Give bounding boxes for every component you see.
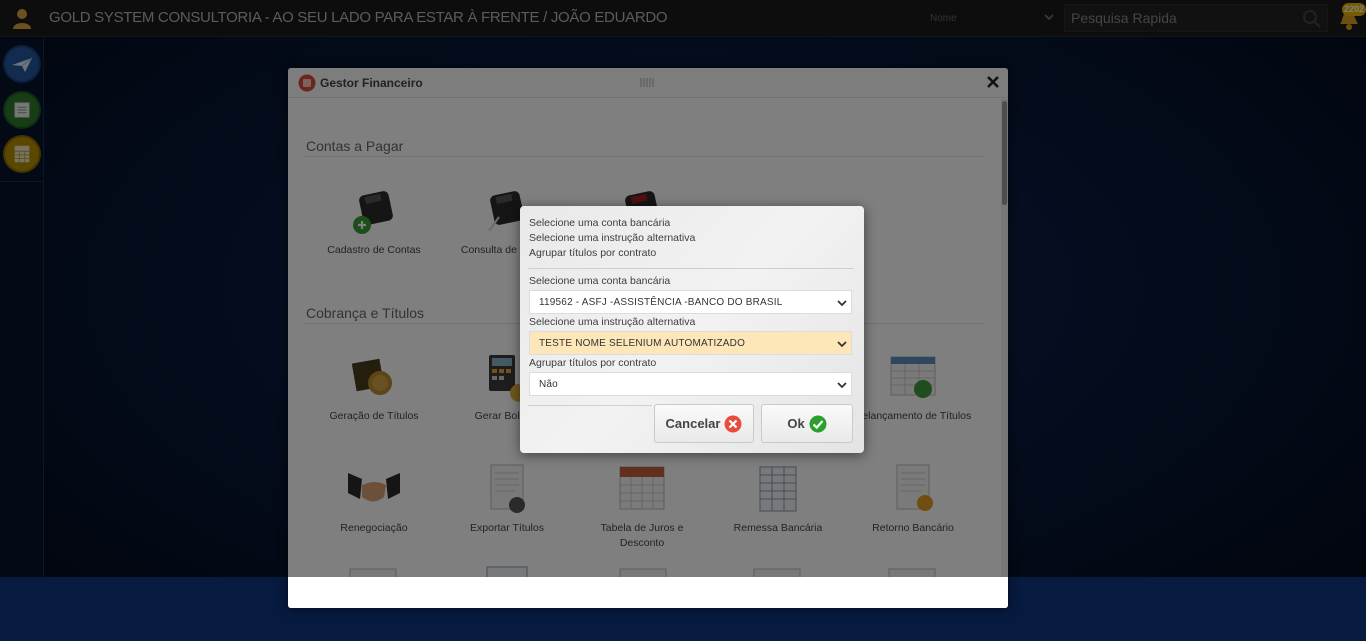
dialog-summary: Selecione uma conta bancária Selecione u… <box>529 216 695 261</box>
ok-button[interactable]: Ok <box>761 404 853 443</box>
dialog-divider <box>528 405 652 406</box>
summary-line: Selecione uma conta bancária <box>529 217 671 229</box>
window-footer <box>288 577 1008 608</box>
account-select[interactable]: 119562 - ASFJ -ASSISTÊNCIA -BANCO DO BRA… <box>529 290 852 314</box>
group-select[interactable]: Não <box>529 372 852 396</box>
group-label: Agrupar títulos por contrato <box>529 357 657 369</box>
chevron-down-icon <box>837 382 847 389</box>
instruction-value: TESTE NOME SELENIUM AUTOMATIZADO <box>539 338 746 349</box>
chevron-down-icon <box>837 300 847 307</box>
cancel-label: Cancelar <box>665 416 721 431</box>
instruction-select[interactable]: TESTE NOME SELENIUM AUTOMATIZADO <box>529 331 852 355</box>
instruction-label: Selecione uma instrução alternativa <box>529 316 696 328</box>
cancel-button[interactable]: Cancelar <box>654 404 754 443</box>
dialog-divider <box>528 268 854 269</box>
account-value: 119562 - ASFJ -ASSISTÊNCIA -BANCO DO BRA… <box>539 297 783 308</box>
account-label: Selecione uma conta bancária <box>529 275 671 287</box>
ok-label: Ok <box>787 416 805 431</box>
check-icon <box>809 415 827 432</box>
cancel-icon <box>724 415 742 432</box>
summary-line: Selecione uma instrução alternativa <box>529 232 696 244</box>
group-value: Não <box>539 379 558 390</box>
chevron-down-icon <box>837 341 847 348</box>
bank-options-dialog: Selecione uma conta bancária Selecione u… <box>520 206 864 453</box>
summary-line: Agrupar títulos por contrato <box>529 247 657 259</box>
